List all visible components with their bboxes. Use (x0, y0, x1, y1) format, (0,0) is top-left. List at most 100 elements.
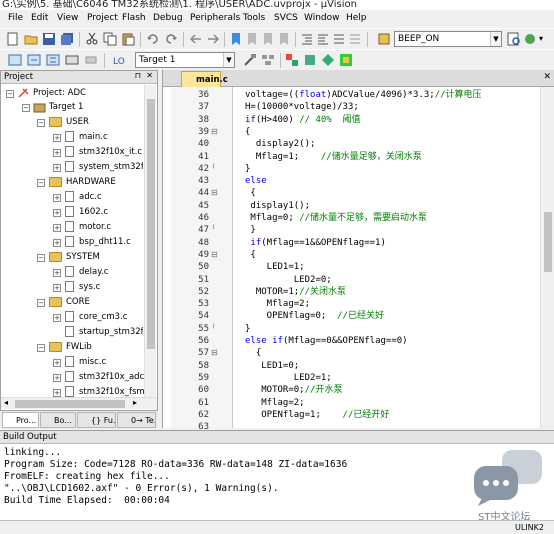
comment-icon[interactable] (332, 32, 346, 46)
target-select[interactable]: Target 1 ▼ (135, 52, 235, 68)
code-line[interactable]: { (245, 187, 255, 199)
menu-window[interactable]: Window (304, 13, 340, 23)
select-pack-icon[interactable] (303, 53, 317, 67)
chevron-down-icon[interactable]: ▼ (490, 32, 501, 46)
open-folder-icon[interactable] (24, 32, 38, 46)
file-sys-c[interactable]: sys.c (79, 280, 100, 294)
tab-project[interactable]: Pro... (2, 412, 39, 428)
expand-icon[interactable]: + (53, 374, 61, 382)
collapse-icon[interactable]: − (37, 344, 45, 352)
file-startup-stm32f10[interactable]: startup_stm32f10 (79, 325, 143, 339)
menu-view[interactable]: View (57, 13, 78, 23)
project-root[interactable]: Project: ADC (33, 86, 86, 100)
stop-build-icon[interactable] (84, 53, 98, 67)
uncomment-icon[interactable] (348, 32, 362, 46)
collapse-icon[interactable]: − (37, 254, 45, 262)
code-line[interactable]: Mflag=1; //储水量足够，关闭水泵 (245, 151, 422, 163)
expand-icon[interactable]: + (53, 239, 61, 247)
cut-icon[interactable] (85, 32, 99, 46)
clear-bookmarks-icon[interactable] (277, 32, 291, 46)
next-bookmark-icon[interactable] (261, 32, 275, 46)
tab-functions[interactable]: {} Fu... (77, 412, 116, 428)
file-bsp-dht11-c[interactable]: bsp_dht11.c (79, 235, 131, 249)
menu-file[interactable]: File (8, 13, 23, 23)
file-motor-c[interactable]: motor.c (79, 220, 111, 234)
batch-build-icon[interactable] (65, 53, 79, 67)
code-line[interactable]: { (245, 126, 250, 138)
code-line[interactable]: Mflag=0; //储水量不足够，需要启动水泵 (245, 212, 427, 224)
build-icon[interactable] (27, 53, 41, 67)
file-extensions-icon[interactable] (261, 53, 275, 67)
expand-icon[interactable]: + (53, 164, 61, 172)
debug-session-icon[interactable] (523, 32, 537, 46)
redo-icon[interactable] (164, 32, 178, 46)
group-core[interactable]: CORE (66, 295, 90, 309)
rte-icon[interactable] (339, 53, 353, 67)
hscrollbar-thumb[interactable] (15, 400, 125, 408)
fold-toggle-icon[interactable]: ⊟ (211, 347, 218, 359)
group-system[interactable]: SYSTEM (66, 250, 100, 264)
collapse-icon[interactable]: − (37, 179, 45, 187)
pin-icon[interactable]: ⊓ (135, 71, 141, 80)
unindent-icon[interactable] (316, 32, 330, 46)
code-line[interactable]: } (245, 163, 250, 175)
collapse-icon[interactable]: − (37, 299, 45, 307)
code-line[interactable]: if(Mflag==1&&OPENflag==1) (245, 237, 385, 249)
menu-peripherals[interactable]: Peripherals (190, 13, 240, 23)
fold-toggle-icon[interactable]: ⊟ (211, 187, 218, 199)
target-node[interactable]: Target 1 (49, 100, 83, 114)
group-fwlib[interactable]: FWLib (66, 340, 92, 354)
code-line[interactable]: H=(10000*voltage)/33; (245, 101, 359, 113)
forward-icon[interactable] (206, 32, 220, 46)
find-combo[interactable]: BEEP_ON ▼ (394, 31, 502, 47)
undo-icon[interactable] (146, 32, 160, 46)
menu-debug[interactable]: Debug (153, 13, 183, 23)
search-icon[interactable] (507, 32, 521, 46)
find-in-files-icon[interactable] (378, 32, 392, 46)
paste-icon[interactable] (121, 32, 135, 46)
expand-icon[interactable]: + (53, 284, 61, 292)
file-core-cm3-c[interactable]: core_cm3.c (79, 310, 127, 324)
code-line[interactable]: } (245, 323, 250, 335)
collapse-icon[interactable]: − (6, 90, 14, 98)
expand-icon[interactable]: + (53, 149, 61, 157)
menu-flash[interactable]: Flash (122, 13, 146, 23)
file-1602-c[interactable]: 1602.c (79, 205, 108, 219)
code-line[interactable]: if(H>400) // 40% 阈值 (245, 114, 361, 126)
expand-icon[interactable]: + (53, 209, 61, 217)
code-line[interactable]: MOTOR=1;//关闭水泵 (245, 286, 346, 298)
code-line[interactable]: display1(); (245, 200, 310, 212)
fold-toggle-icon[interactable]: ⊟ (211, 249, 218, 261)
code-line[interactable]: LED1=0; (245, 360, 299, 372)
code-line[interactable]: display2(); (245, 138, 316, 150)
project-hscrollbar[interactable]: ◂ ▸ (1, 397, 157, 409)
code-line[interactable]: { (245, 347, 261, 359)
menu-tools[interactable]: Tools (243, 13, 265, 23)
close-icon[interactable]: ✕ (146, 71, 153, 80)
code-line[interactable]: else (245, 175, 267, 187)
file-misc-c[interactable]: misc.c (79, 355, 106, 369)
collapse-icon[interactable]: − (22, 104, 30, 112)
menu-svcs[interactable]: SVCS (274, 13, 298, 23)
manage-components-icon[interactable] (285, 53, 299, 67)
code-line[interactable]: LED2=0; (245, 274, 332, 286)
editor-scrollbar-thumb[interactable] (544, 212, 552, 272)
code-line[interactable]: voltage=((float)ADCValue/4096)*3.3;//计算电… (245, 89, 482, 101)
scroll-left-icon[interactable]: ◂ (4, 398, 8, 407)
collapse-icon[interactable]: − (37, 119, 45, 127)
file-stm32f10x-it[interactable]: stm32f10x_it.c (79, 145, 142, 159)
code-line[interactable]: else if(Mflag==0&&OPENflag==0) (245, 335, 408, 347)
tab-books[interactable]: Bo... (40, 412, 76, 428)
file-delay-c[interactable]: delay.c (79, 265, 108, 279)
project-scrollbar[interactable] (144, 85, 156, 397)
code-line[interactable]: LED1=1; (245, 261, 305, 273)
code-line[interactable]: MOTOR=0;//开水泵 (245, 384, 342, 396)
scrollbar-thumb[interactable] (147, 99, 155, 349)
menu-edit[interactable]: Edit (31, 13, 48, 23)
code-line[interactable]: } (245, 224, 255, 236)
file-system-stm32f10[interactable]: system_stm32f10 (79, 160, 143, 174)
copy-icon[interactable] (103, 32, 117, 46)
expand-icon[interactable]: + (53, 359, 61, 367)
expand-icon[interactable]: + (53, 314, 61, 322)
translate-icon[interactable] (8, 53, 22, 67)
